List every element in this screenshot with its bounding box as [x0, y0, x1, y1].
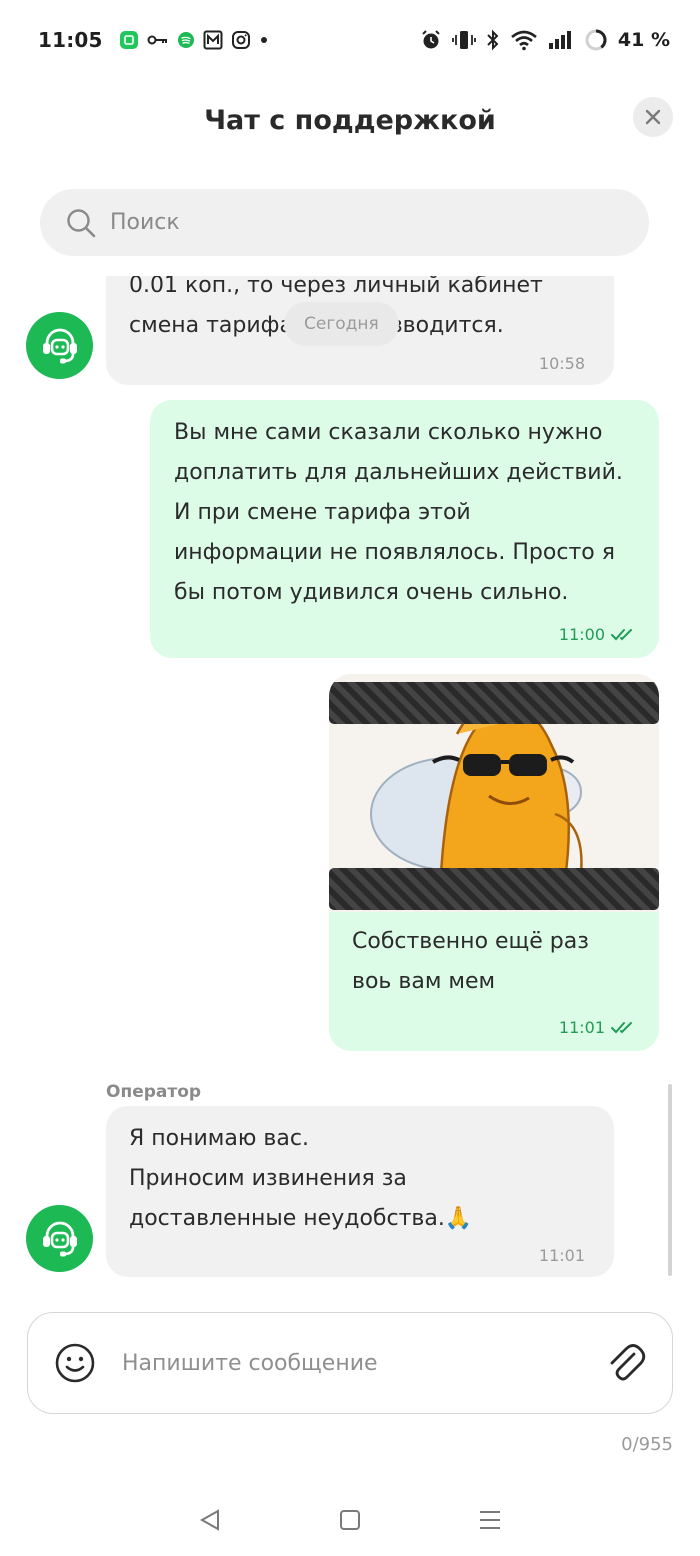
page-title: Чат с поддержкой	[204, 104, 496, 136]
message-text: Вы мне сами сказали сколько нужно доплат…	[174, 420, 623, 605]
message-bubble-outgoing: Собственно ещё раз воь вам мем 11:01	[329, 912, 659, 1051]
headset-icon	[42, 328, 77, 363]
status-bar-left: 11:05	[38, 28, 269, 52]
meme-bottom-caption	[329, 868, 659, 910]
spotify-icon	[177, 31, 195, 49]
battery-percent: 41 %	[617, 29, 670, 51]
message-input[interactable]	[122, 1350, 582, 1376]
paperclip-icon[interactable]	[604, 1342, 646, 1384]
system-nav-bar	[0, 1490, 700, 1550]
message-time: 11:01	[559, 1018, 635, 1037]
close-button[interactable]	[633, 97, 673, 137]
dot-icon	[259, 35, 269, 45]
message-bubble-incoming: Я понимаю вас. Приносим извинения за дос…	[106, 1106, 614, 1277]
chat-header: Чат с поддержкой	[0, 90, 700, 150]
back-icon[interactable]	[198, 1508, 222, 1532]
status-bar-right: 41 %	[420, 28, 670, 52]
message-time: 11:01	[538, 1246, 585, 1265]
headset-icon	[42, 1221, 77, 1256]
date-separator: Сегодня	[284, 302, 399, 346]
alarm-icon	[420, 29, 442, 51]
message-time: 11:00	[559, 625, 635, 644]
wifi-icon	[510, 29, 538, 51]
key-icon	[147, 33, 169, 47]
vibrate-icon	[452, 29, 476, 51]
battery-ring-icon	[584, 28, 608, 52]
search-input[interactable]	[110, 210, 590, 235]
meme-image[interactable]	[329, 674, 659, 912]
char-counter: 0/955	[621, 1434, 673, 1455]
menu-icon[interactable]	[478, 1508, 502, 1532]
emoji-icon[interactable]	[54, 1342, 96, 1384]
message-bubble-outgoing: Вы мне сами сказали сколько нужно доплат…	[150, 400, 659, 658]
support-avatar	[26, 1205, 93, 1272]
sender-name: Оператор	[106, 1082, 202, 1102]
message-text: Собственно ещё раз воь вам мем	[352, 929, 589, 994]
home-icon[interactable]	[338, 1508, 362, 1532]
support-avatar	[26, 312, 93, 379]
double-check-icon	[611, 1021, 632, 1033]
search-icon	[67, 208, 96, 237]
status-bar: 11:05 41 %	[0, 0, 700, 80]
m-logo-icon	[203, 30, 223, 50]
message-time: 10:58	[538, 354, 585, 373]
search-bar[interactable]	[40, 189, 649, 256]
close-icon	[645, 109, 661, 125]
support-chat-screen: 11:05 41 % Чат с поддержкой Поиск 0.01 к…	[0, 0, 700, 1556]
scrollbar[interactable]	[668, 1084, 672, 1276]
bluetooth-icon	[486, 29, 500, 51]
message-composer	[27, 1312, 673, 1414]
instagram-icon	[231, 30, 251, 50]
green-app-icon	[119, 30, 139, 50]
message-time-value: 11:01	[558, 1018, 605, 1037]
double-check-icon	[611, 628, 632, 640]
status-time: 11:05	[38, 28, 103, 52]
message-time-value: 11:00	[558, 625, 605, 644]
meme-top-caption	[329, 682, 659, 724]
signal-icon	[548, 30, 574, 50]
message-text: Я понимаю вас. Приносим извинения за дос…	[129, 1126, 473, 1231]
message-list[interactable]: 0.01 коп., то через личный кабинет смена…	[0, 276, 700, 1286]
